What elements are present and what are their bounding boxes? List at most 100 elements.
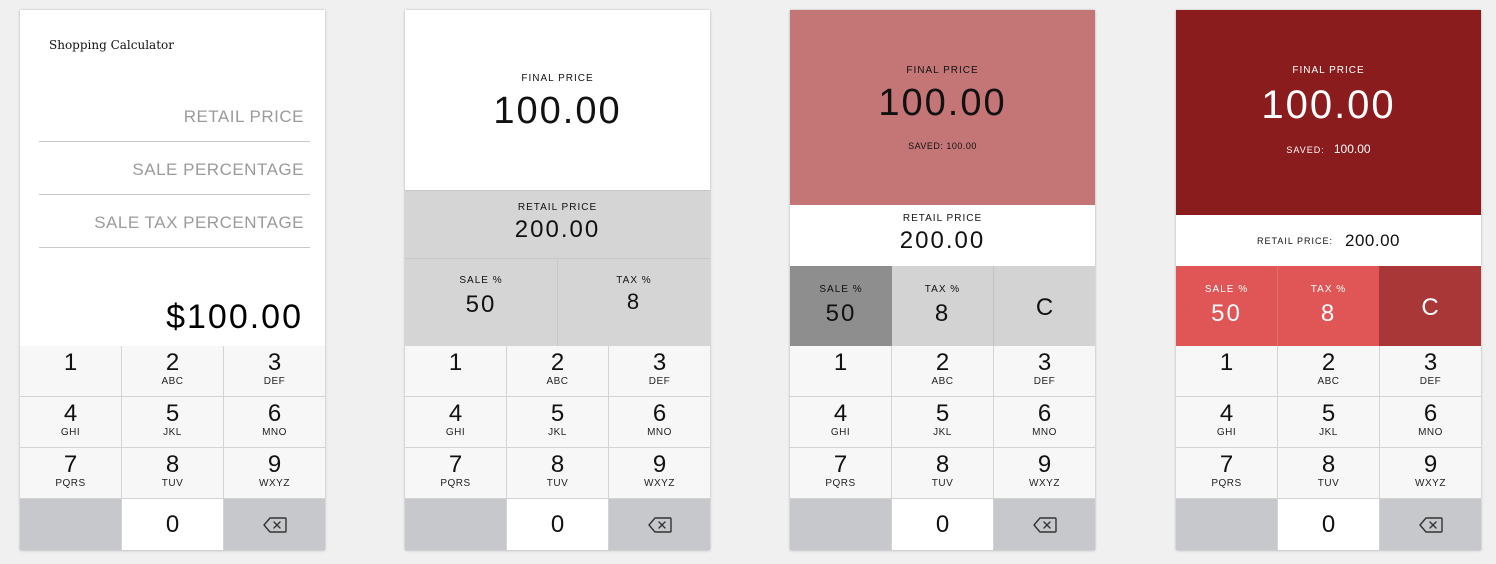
key-letters: WXYZ xyxy=(1415,478,1446,489)
screen-result-plain: FINAL PRICE 100.00 RETAIL PRICE 200.00 S… xyxy=(405,10,710,550)
key-digit: 1 xyxy=(1219,349,1234,376)
key-4[interactable]: 4 GHI xyxy=(405,397,507,448)
key-8[interactable]: 8 TUV xyxy=(1278,448,1380,499)
key-3[interactable]: 3 DEF xyxy=(1380,346,1481,397)
key-letters: JKL xyxy=(548,427,567,438)
key-2[interactable]: 2 ABC xyxy=(892,346,994,397)
sale-percent-value: 50 xyxy=(465,291,497,318)
key-letters: MNO xyxy=(647,427,672,438)
key-4[interactable]: 4 GHI xyxy=(20,397,122,448)
key-digit: 8 xyxy=(550,451,565,478)
key-digit: 9 xyxy=(267,451,282,478)
key-0[interactable]: 0 xyxy=(122,499,224,550)
key-0[interactable]: 0 xyxy=(507,499,609,550)
sale-tax-percentage-input[interactable]: SALE TAX PERCENTAGE xyxy=(39,195,310,248)
numeric-keypad: 1 2 ABC 3 DEF 4 GHI 5 JKL 6 MNO 7 PQRS 8 TUV 9 WXYZ 0 xyxy=(20,346,325,550)
key-5[interactable]: 5 JKL xyxy=(507,397,609,448)
key-1[interactable]: 1 xyxy=(1176,346,1278,397)
key-letters: PQRS xyxy=(825,478,856,489)
key-9[interactable]: 9 WXYZ xyxy=(1380,448,1481,499)
delete-button[interactable] xyxy=(1380,499,1481,550)
key-5[interactable]: 5 JKL xyxy=(892,397,994,448)
key-blank xyxy=(20,499,122,550)
key-0[interactable]: 0 xyxy=(892,499,994,550)
key-1[interactable]: 1 xyxy=(790,346,892,397)
screen-input-form: Shopping Calculator RETAIL PRICE SALE PE… xyxy=(20,10,325,550)
key-9[interactable]: 9 WXYZ xyxy=(224,448,325,499)
key-digit: 3 xyxy=(1037,349,1052,376)
key-letters: WXYZ xyxy=(1029,478,1060,489)
delete-button[interactable] xyxy=(224,499,325,550)
key-digit: 1 xyxy=(833,349,848,376)
key-6[interactable]: 6 MNO xyxy=(224,397,325,448)
key-0[interactable]: 0 xyxy=(1278,499,1380,550)
key-digit: 2 xyxy=(935,349,950,376)
tax-percent-value: 8 xyxy=(934,300,951,327)
key-7[interactable]: 7 PQRS xyxy=(405,448,507,499)
delete-button[interactable] xyxy=(994,499,1095,550)
key-8[interactable]: 8 TUV xyxy=(892,448,994,499)
key-letters: DEF xyxy=(1419,376,1442,387)
key-7[interactable]: 7 PQRS xyxy=(20,448,122,499)
key-blank xyxy=(790,499,892,550)
key-digit: 1 xyxy=(448,349,463,376)
sale-percentage-input[interactable]: SALE PERCENTAGE xyxy=(39,142,310,195)
tax-percent-cell[interactable]: TAX % 8 xyxy=(892,266,994,346)
key-7[interactable]: 7 PQRS xyxy=(790,448,892,499)
key-2[interactable]: 2 ABC xyxy=(507,346,609,397)
key-6[interactable]: 6 MNO xyxy=(609,397,710,448)
key-5[interactable]: 5 JKL xyxy=(1278,397,1380,448)
key-5[interactable]: 5 JKL xyxy=(122,397,224,448)
key-8[interactable]: 8 TUV xyxy=(507,448,609,499)
key-4[interactable]: 4 GHI xyxy=(790,397,892,448)
key-digit: 5 xyxy=(1321,400,1336,427)
delete-button[interactable] xyxy=(609,499,710,550)
key-4[interactable]: 4 GHI xyxy=(1176,397,1278,448)
key-letters: DEF xyxy=(263,376,286,387)
key-letters: WXYZ xyxy=(644,478,675,489)
retail-price-cell[interactable]: RETAIL PRICE 200.00 xyxy=(405,190,710,258)
key-6[interactable]: 6 MNO xyxy=(994,397,1095,448)
key-letters: GHI xyxy=(1216,427,1237,438)
key-3[interactable]: 3 DEF xyxy=(224,346,325,397)
sale-percent-cell[interactable]: SALE % 50 xyxy=(1176,266,1278,346)
key-letters: PQRS xyxy=(1211,478,1242,489)
sale-percent-label: SALE % xyxy=(459,275,503,286)
saved-row: SAVED: 100.00 xyxy=(1176,138,1481,157)
key-digit: 9 xyxy=(1037,451,1052,478)
key-2[interactable]: 2 ABC xyxy=(122,346,224,397)
retail-price-cell[interactable]: RETAIL PRICE: 200.00 xyxy=(1176,215,1481,266)
key-digit: 5 xyxy=(165,400,180,427)
key-2[interactable]: 2 ABC xyxy=(1278,346,1380,397)
tax-percent-cell[interactable]: TAX % 8 xyxy=(558,258,710,346)
screen-result-pink: FINAL PRICE 100.00 SAVED: 100.00 RETAIL … xyxy=(790,10,1095,550)
key-1[interactable]: 1 xyxy=(405,346,507,397)
key-7[interactable]: 7 PQRS xyxy=(1176,448,1278,499)
sale-percent-cell[interactable]: SALE % 50 xyxy=(405,258,558,346)
clear-button[interactable]: C xyxy=(1379,266,1481,346)
key-9[interactable]: 9 WXYZ xyxy=(609,448,710,499)
sale-percent-cell[interactable]: SALE % 50 xyxy=(790,266,892,346)
key-digit: 8 xyxy=(1321,451,1336,478)
key-digit: 0 xyxy=(165,510,180,538)
tax-percent-label: TAX % xyxy=(924,284,961,295)
saved-amount: SAVED: 100.00 xyxy=(908,141,977,151)
retail-price-cell[interactable]: RETAIL PRICE 200.00 xyxy=(790,205,1095,266)
retail-price-label: RETAIL PRICE xyxy=(517,202,598,213)
key-3[interactable]: 3 DEF xyxy=(994,346,1095,397)
key-blank xyxy=(405,499,507,550)
key-6[interactable]: 6 MNO xyxy=(1380,397,1481,448)
key-1[interactable]: 1 xyxy=(20,346,122,397)
key-9[interactable]: 9 WXYZ xyxy=(994,448,1095,499)
key-8[interactable]: 8 TUV xyxy=(122,448,224,499)
key-3[interactable]: 3 DEF xyxy=(609,346,710,397)
key-digit: 9 xyxy=(1423,451,1438,478)
clear-button[interactable]: C xyxy=(994,266,1095,346)
key-letters: WXYZ xyxy=(259,478,290,489)
retail-price-label: RETAIL PRICE: xyxy=(1256,235,1333,246)
tax-percent-cell[interactable]: TAX % 8 xyxy=(1278,266,1379,346)
total-price: $100.00 xyxy=(166,298,303,336)
sale-percent-label: SALE % xyxy=(819,284,863,295)
key-letters: DEF xyxy=(1033,376,1056,387)
retail-price-input[interactable]: RETAIL PRICE xyxy=(39,89,310,142)
